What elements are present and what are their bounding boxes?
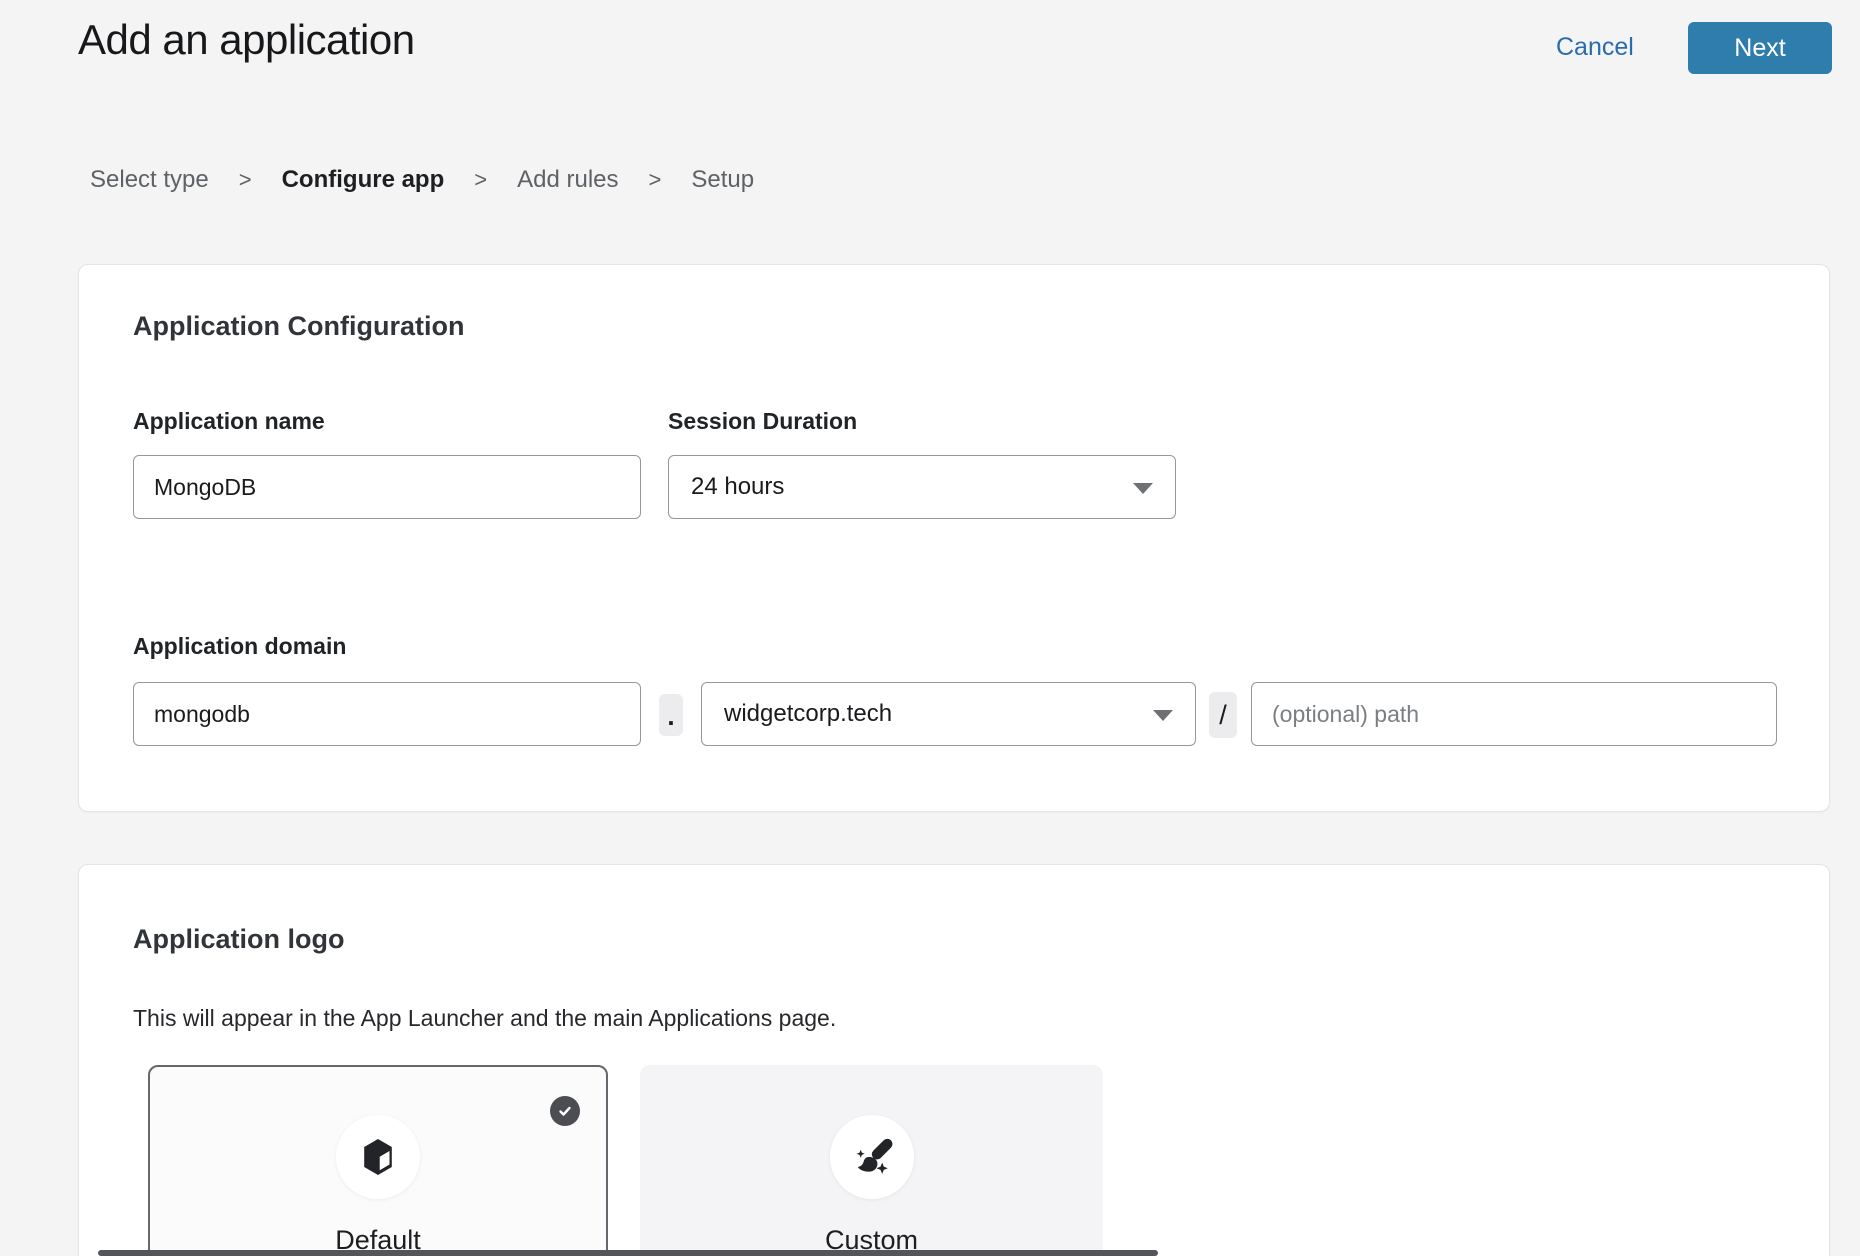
chevron-down-icon (1133, 483, 1153, 494)
selected-check-icon (550, 1096, 580, 1126)
application-domain-label: Application domain (133, 633, 346, 660)
subdomain-input[interactable] (133, 682, 641, 746)
next-button[interactable]: Next (1688, 22, 1832, 74)
page-title: Add an application (78, 16, 415, 64)
breadcrumb-step-select-type[interactable]: Select type (90, 166, 209, 194)
logo-option-custom[interactable]: Custom (640, 1065, 1103, 1256)
cube-icon (336, 1115, 420, 1199)
application-name-input[interactable] (133, 455, 641, 519)
application-configuration-title: Application Configuration (133, 311, 464, 342)
breadcrumb-step-add-rules: Add rules (517, 166, 618, 194)
breadcrumb-step-setup: Setup (691, 166, 754, 194)
add-application-page: Add an application Cancel Next Select ty… (0, 0, 1860, 1256)
dot-separator: . (659, 694, 683, 736)
logo-option-default[interactable]: Default (148, 1065, 608, 1256)
slash-separator: / (1209, 692, 1237, 738)
application-configuration-card: Application Configuration Application na… (78, 264, 1830, 812)
application-logo-title: Application logo (133, 924, 344, 955)
breadcrumb-separator: > (649, 167, 662, 193)
session-duration-value: 24 hours (691, 473, 784, 501)
session-duration-select[interactable]: 24 hours (668, 455, 1176, 519)
horizontal-scrollbar-thumb[interactable] (98, 1250, 1158, 1256)
path-input[interactable] (1251, 682, 1777, 746)
application-name-label: Application name (133, 408, 325, 435)
application-logo-description: This will appear in the App Launcher and… (133, 1005, 836, 1032)
paintbrush-icon (830, 1115, 914, 1199)
domain-select-value: widgetcorp.tech (724, 700, 892, 728)
chevron-down-icon (1153, 710, 1173, 721)
application-logo-card: Application logo This will appear in the… (78, 864, 1830, 1256)
breadcrumb: Select type > Configure app > Add rules … (90, 166, 754, 194)
breadcrumb-separator: > (474, 167, 487, 193)
domain-select[interactable]: widgetcorp.tech (701, 682, 1196, 746)
breadcrumb-separator: > (239, 167, 252, 193)
breadcrumb-step-configure-app: Configure app (282, 166, 445, 194)
cancel-button[interactable]: Cancel (1556, 33, 1634, 62)
session-duration-label: Session Duration (668, 408, 857, 435)
